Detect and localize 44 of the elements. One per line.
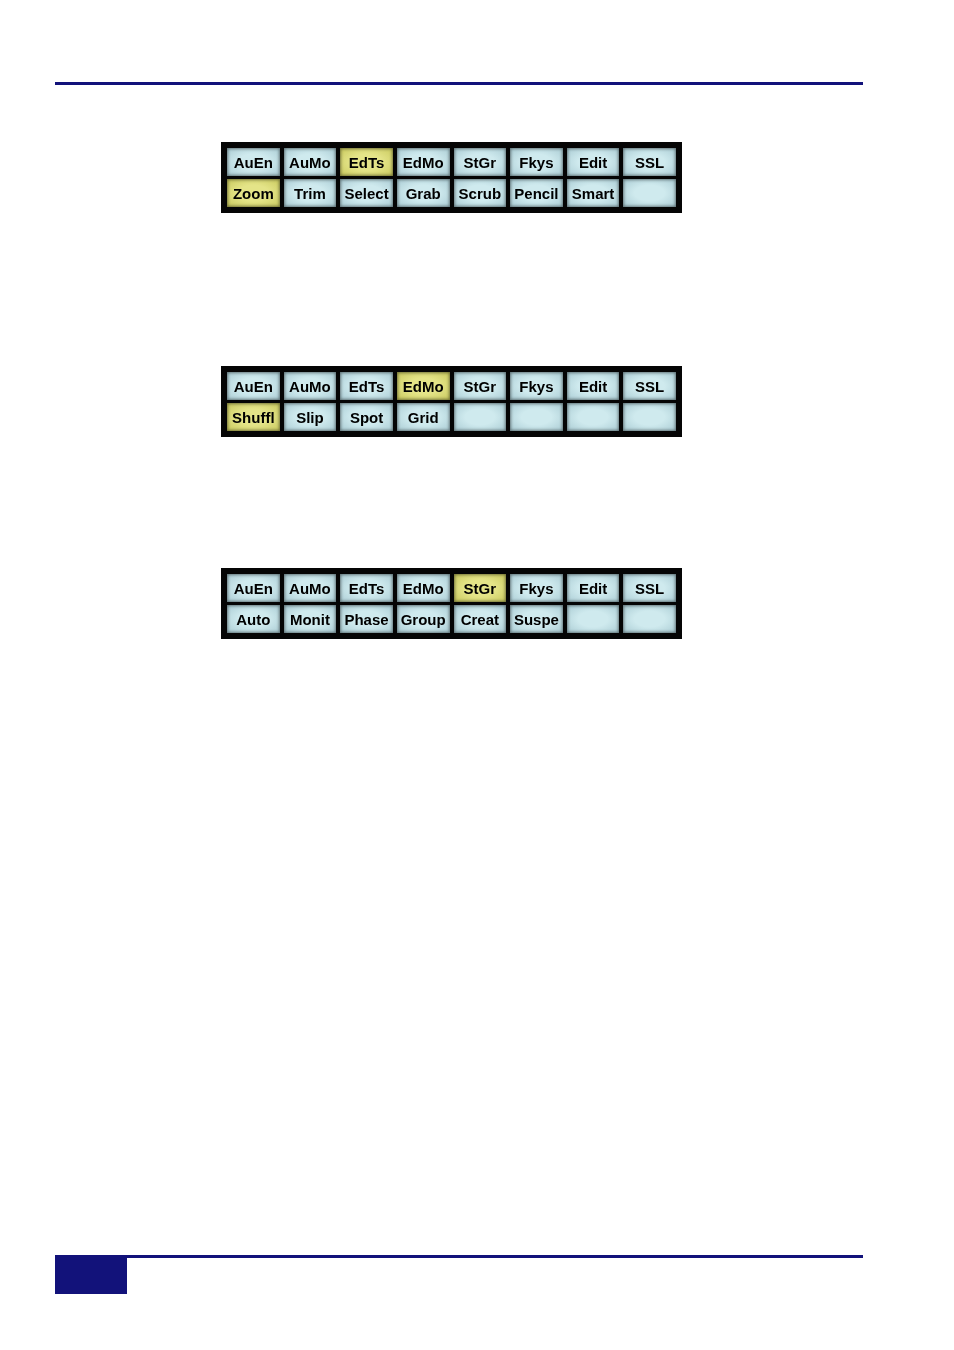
function-button[interactable]: Zoom [227, 179, 280, 207]
function-button[interactable]: Trim [283, 179, 337, 207]
function-button[interactable]: Group [396, 605, 450, 633]
function-button[interactable] [453, 403, 507, 431]
page-tab[interactable]: StGr [453, 574, 507, 602]
function-button[interactable]: Smart [566, 179, 620, 207]
page-tab[interactable]: Edit [566, 372, 620, 400]
page-tab[interactable]: SSL [623, 574, 676, 602]
function-button[interactable]: Grid [396, 403, 450, 431]
page-tab[interactable]: EdMo [396, 574, 450, 602]
page-tab[interactable]: Edit [566, 574, 620, 602]
function-button[interactable]: Auto [227, 605, 280, 633]
function-button[interactable]: Slip [283, 403, 337, 431]
page-tab[interactable]: EdTs [340, 372, 393, 400]
function-button[interactable]: Monit [283, 605, 337, 633]
page-tab[interactable]: AuMo [283, 148, 337, 176]
function-button[interactable]: Grab [396, 179, 450, 207]
function-button[interactable]: Suspe [510, 605, 563, 633]
page-tab[interactable]: SSL [623, 372, 676, 400]
page-tab[interactable]: Fkys [510, 574, 563, 602]
page-tab[interactable]: SSL [623, 148, 676, 176]
page-tab[interactable]: AuEn [227, 372, 280, 400]
page-tab[interactable]: AuEn [227, 574, 280, 602]
page-tab[interactable]: StGr [453, 372, 507, 400]
page-tab[interactable]: EdMo [396, 372, 450, 400]
page-tab[interactable]: AuEn [227, 148, 280, 176]
page-tab[interactable]: EdTs [340, 574, 393, 602]
page-tab[interactable]: EdMo [396, 148, 450, 176]
function-button[interactable]: Spot [340, 403, 393, 431]
page-tab[interactable]: Edit [566, 148, 620, 176]
function-button[interactable] [566, 403, 620, 431]
page-tab[interactable]: StGr [453, 148, 507, 176]
page-tab[interactable]: EdTs [340, 148, 393, 176]
page-tab[interactable]: AuMo [283, 372, 337, 400]
function-button[interactable]: Select [340, 179, 393, 207]
function-button[interactable]: Phase [340, 605, 393, 633]
function-button[interactable] [566, 605, 620, 633]
function-button[interactable]: Creat [453, 605, 507, 633]
page-tab[interactable]: Fkys [510, 148, 563, 176]
page-tab[interactable]: Fkys [510, 372, 563, 400]
page-tab[interactable]: AuMo [283, 574, 337, 602]
function-button[interactable]: Shuffl [227, 403, 280, 431]
function-button[interactable]: Scrub [453, 179, 507, 207]
function-button[interactable]: Pencil [510, 179, 563, 207]
